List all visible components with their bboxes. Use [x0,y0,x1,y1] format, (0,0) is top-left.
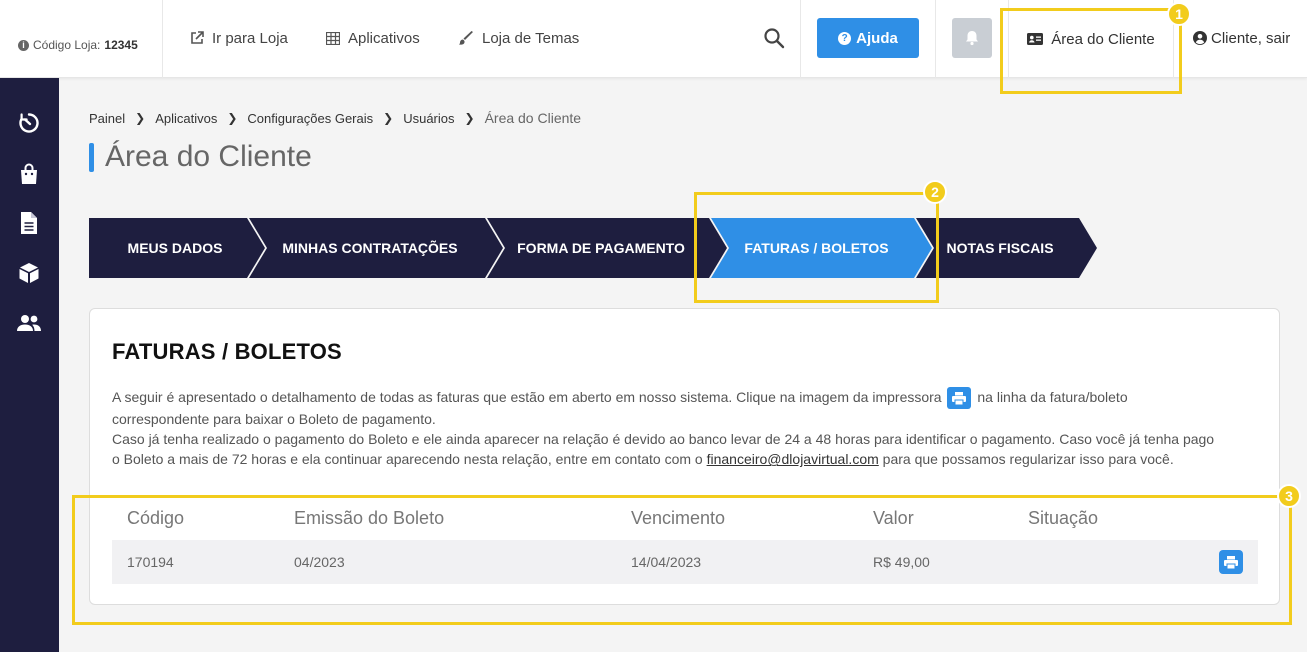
dashboard-icon [19,113,39,133]
desc-text-2b: para que possamos regularizar isso para … [882,451,1174,468]
user-circle-icon [1193,31,1207,45]
document-icon [21,212,37,234]
chevron-right-icon: ❯ [383,111,394,125]
highlight-box-1 [1000,8,1182,94]
title-accent [89,143,94,172]
highlight-box-2 [694,192,939,303]
store-code-label: Código Loja: [33,38,101,52]
chevron-right-icon: ❯ [135,111,146,125]
divider [800,0,801,78]
external-link-icon [191,31,204,44]
question-icon: ? [838,31,852,45]
nav-aplicativos-label: Aplicativos [348,29,420,47]
logout-link[interactable]: Cliente, sair [1193,28,1290,48]
sidebar-item-orders[interactable] [18,163,40,185]
sidebar-item-dashboard[interactable] [18,112,40,134]
breadcrumb-item-aplicativos[interactable]: Aplicativos [155,111,217,126]
divider [162,0,163,78]
card-title: FATURAS / BOLETOS [112,339,342,364]
users-icon [17,315,41,331]
help-button[interactable]: ? Ajuda [817,18,919,58]
nav-ir-para-loja-label: Ir para Loja [212,29,288,47]
printer-icon [947,387,972,410]
store-code-value: 12345 [104,38,138,52]
annotation-badge-1: 1 [1167,2,1191,26]
breadcrumb-item-painel[interactable]: Painel [89,111,125,126]
annotation-badge-3: 3 [1277,484,1301,508]
info-icon: i [18,39,29,51]
highlight-box-3 [72,495,1292,625]
card-description: A seguir é apresentado o detalhamento de… [112,387,1222,469]
desc-text-1a: A seguir é apresentado o detalhamento de… [112,389,942,405]
nav-loja-de-temas[interactable]: Loja de Temas [459,28,579,48]
bell-icon [966,31,978,46]
tab-minhas-contratacoes[interactable]: MINHAS CONTRATAÇÕES [265,218,475,278]
logout-label: Cliente, sair [1211,29,1291,47]
chevron-right-icon: ❯ [464,111,475,125]
step-tabs: MEUS DADOS MINHAS CONTRATAÇÕES FORMA DE … [89,218,1099,278]
sidebar-item-users[interactable] [16,312,42,334]
breadcrumb-item-usuarios[interactable]: Usuários [403,111,454,126]
notifications-button[interactable] [952,18,992,58]
sidebar [0,78,59,652]
breadcrumb-item-current: Área do Cliente [484,110,582,126]
chevron-right-icon: ❯ [227,111,238,125]
nav-aplicativos[interactable]: Aplicativos [326,28,420,48]
nav-ir-para-loja[interactable]: Ir para Loja [190,28,288,48]
finance-email-link[interactable]: financeiro@dlojavirtual.com [707,451,879,467]
tab-meus-dados[interactable]: MEUS DADOS [89,218,261,278]
tab-forma-pagamento[interactable]: FORMA DE PAGAMENTO [505,218,697,278]
brush-icon [459,30,473,45]
sidebar-item-products[interactable] [18,262,40,284]
grid-icon [326,31,340,45]
tab-notas-fiscais[interactable]: NOTAS FISCAIS [934,218,1066,278]
annotation-badge-2: 2 [923,180,947,204]
store-code: i Código Loja: 12345 [18,38,138,52]
shopping-bag-icon [21,163,37,184]
sidebar-item-documents[interactable] [18,212,40,234]
nav-loja-de-temas-label: Loja de Temas [482,29,580,47]
page-title: Área do Cliente [105,140,312,173]
divider [935,0,936,78]
breadcrumb: Painel ❯ Aplicativos ❯ Configurações Ger… [89,109,581,127]
help-button-label: Ajuda [856,29,898,47]
search-icon[interactable] [763,27,785,49]
breadcrumb-item-configuracoes[interactable]: Configurações Gerais [247,111,373,126]
box-icon [19,263,39,283]
